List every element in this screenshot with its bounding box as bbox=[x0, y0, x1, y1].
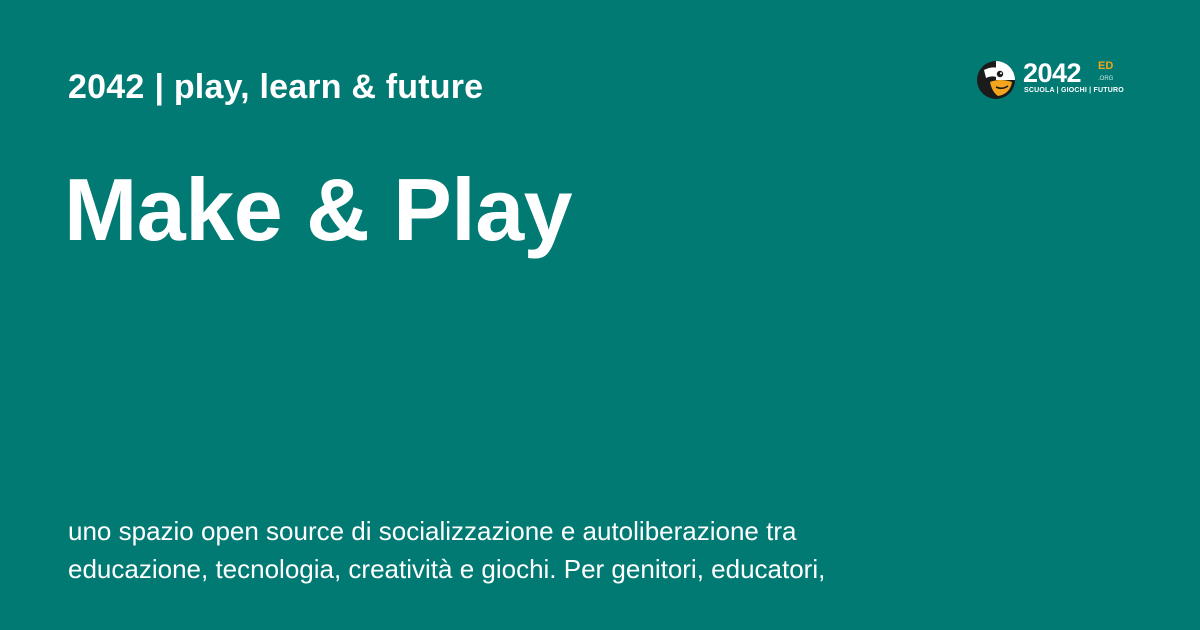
logo-domain-suffix: .ORG bbox=[1098, 75, 1113, 83]
page-title: Make & Play bbox=[64, 162, 572, 259]
social-card: 2042 | play, learn & future Make & Pla… bbox=[0, 0, 1200, 630]
site-title-line: 2042 | play, learn & future bbox=[68, 68, 483, 107]
mascot-head-icon bbox=[976, 60, 1016, 100]
logo-tagline: SCUOLA | GIOCHI | FUTURO bbox=[1024, 87, 1124, 95]
logo-wordmark: 2042 bbox=[1023, 58, 1081, 88]
page-description: uno spazio open source di socializzazion… bbox=[68, 512, 898, 588]
logo-superscript: ED bbox=[1098, 60, 1113, 72]
site-logo: 2042 ED .ORG SCUOLA | GIOCHI | FUTURO bbox=[976, 58, 1126, 100]
